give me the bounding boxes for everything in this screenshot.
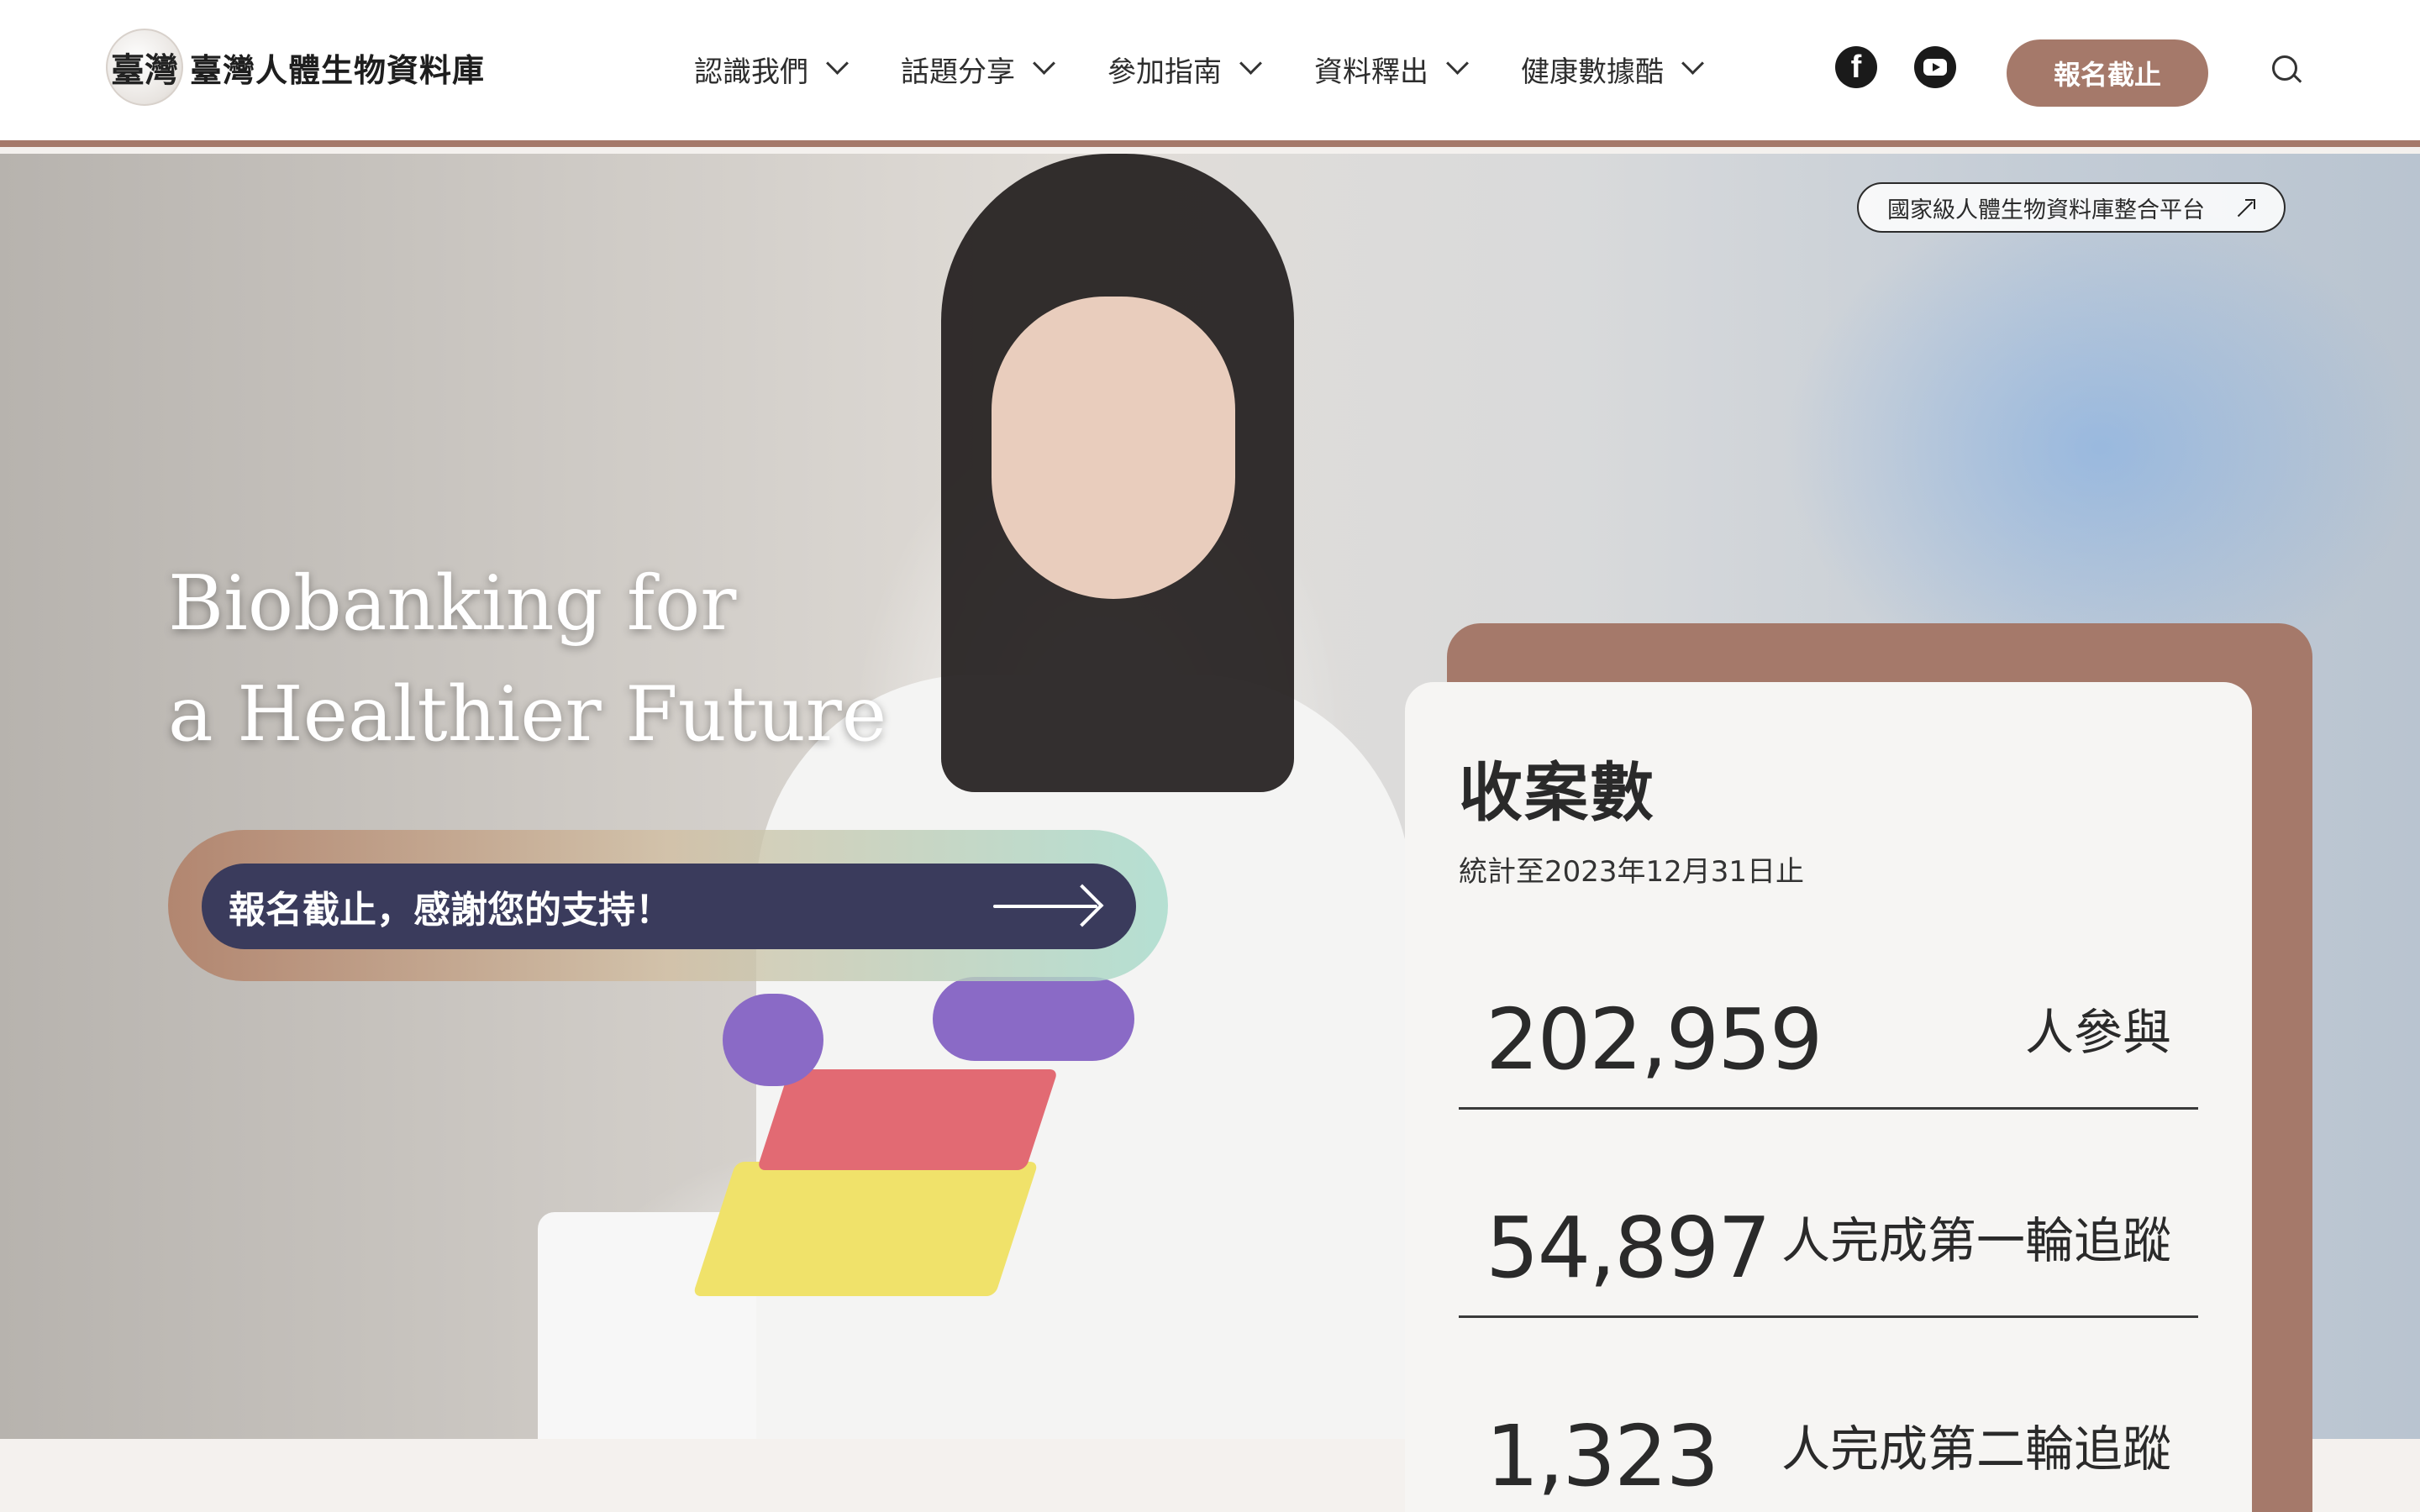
- stat-value: 202,959: [1486, 990, 1823, 1089]
- hero-image-glove-right: [933, 977, 1134, 1061]
- chevron-down-icon: [1240, 55, 1259, 74]
- nav-item-label: 參加指南: [1107, 55, 1222, 89]
- nav-item-about[interactable]: 認識我們: [694, 49, 845, 90]
- facebook-icon[interactable]: f: [1835, 46, 1877, 88]
- nav-item-label: 話題分享: [901, 55, 1015, 89]
- hero-title-line-1: Biobanking for: [168, 559, 737, 648]
- site-logo[interactable]: 臺灣 臺灣人體生物資料庫: [106, 25, 485, 109]
- stat-label: 人完成第二輪追蹤: [1781, 1420, 2171, 1478]
- hero-title: Biobanking for a Healthier Future: [168, 549, 886, 770]
- hero-image-face: [992, 297, 1235, 599]
- national-biobank-platform-link[interactable]: 國家級人體生物資料庫整合平台: [1857, 182, 2286, 233]
- nav-item-guide[interactable]: 參加指南: [1107, 49, 1259, 90]
- hero-cta-label: 報名截止，感謝您的支持！: [229, 889, 672, 932]
- nav-item-label: 健康數據酷: [1521, 55, 1664, 89]
- register-closed-button[interactable]: 報名截止: [2007, 39, 2208, 107]
- youtube-play-glyph: [1923, 59, 1947, 76]
- stat-value: 1,323: [1486, 1407, 1719, 1505]
- logo-text: 臺灣人體生物資料庫: [190, 50, 486, 89]
- nav-item-label: 資料釋出: [1314, 55, 1428, 89]
- stats-subtitle: 統計至2023年12月31日止: [1459, 855, 1805, 889]
- page: 臺灣 臺灣人體生物資料庫 認識我們 話題分享 參加指南 資料釋出 健康數據酷 f…: [0, 0, 2420, 1512]
- youtube-icon[interactable]: [1914, 46, 1956, 88]
- platform-link-label: 國家級人體生物資料庫整合平台: [1887, 197, 2205, 223]
- hero-image-glove-left: [723, 994, 823, 1086]
- external-link-icon: [2233, 199, 2255, 219]
- nav-item-data-release[interactable]: 資料釋出: [1314, 49, 1465, 90]
- main-nav: 認識我們 話題分享 參加指南 資料釋出 健康數據酷: [694, 49, 1756, 90]
- arrow-right-icon: [993, 894, 1102, 919]
- stat-value: 54,897: [1486, 1199, 1771, 1297]
- hero-title-line-2: a Healthier Future: [168, 670, 887, 759]
- site-header: 臺灣 臺灣人體生物資料庫 認識我們 話題分享 參加指南 資料釋出 健康數據酷 f…: [0, 0, 2420, 147]
- nav-item-health-data[interactable]: 健康數據酷: [1521, 49, 1701, 90]
- chevron-down-icon: [1682, 55, 1701, 74]
- hero-image-tray-red: [756, 1069, 1059, 1170]
- nav-item-label: 認識我們: [694, 55, 808, 89]
- hero-image-tray-yellow: [692, 1162, 1039, 1296]
- nav-item-topics[interactable]: 話題分享: [901, 49, 1052, 90]
- stat-row: 202,959 人參與: [1459, 958, 2198, 1110]
- stat-label: 人完成第一輪追蹤: [1781, 1212, 2171, 1269]
- chevron-down-icon: [1447, 55, 1465, 74]
- stat-label: 人參與: [2024, 1004, 2171, 1061]
- hero-cta-glow: 報名截止，感謝您的支持！: [168, 830, 1168, 981]
- stats-title: 收案數: [1459, 755, 1655, 830]
- stat-row: 54,897 人完成第一輪追蹤: [1459, 1110, 2198, 1318]
- chevron-down-icon: [1034, 55, 1052, 74]
- hero-cta-button[interactable]: 報名截止，感謝您的支持！: [202, 864, 1136, 949]
- search-icon[interactable]: [2270, 54, 2304, 87]
- stats-card: 收案數 統計至2023年12月31日止 202,959 人參與 54,897 人…: [1405, 682, 2252, 1512]
- stat-row: 1,323 人完成第二輪追蹤: [1459, 1318, 2198, 1512]
- logo-seal-icon: 臺灣: [106, 29, 183, 106]
- chevron-down-icon: [827, 55, 845, 74]
